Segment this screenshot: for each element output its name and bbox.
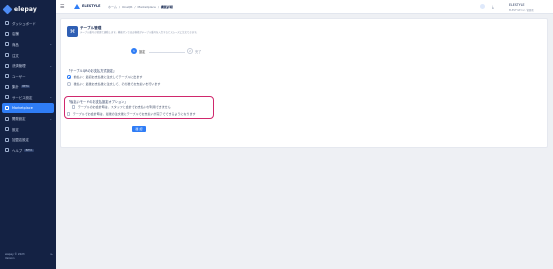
- radio-prepay[interactable]: 前払い：最初お支払後に注文してテーブルに出ます: [67, 75, 142, 79]
- sidebar-item-label: 加盟店設定: [12, 138, 29, 143]
- sidebar-item-label: サービス設定: [12, 95, 33, 100]
- chevron-down-icon: ⌄: [49, 42, 52, 47]
- sidebar-item-label: 集計: [12, 85, 19, 90]
- sidebar-item-3[interactable]: 注文: [0, 50, 56, 61]
- radio-button[interactable]: [67, 75, 71, 79]
- step-label: 完了: [195, 49, 202, 54]
- sidebar-item-4[interactable]: 決済管理 ⌄: [0, 60, 56, 71]
- logo[interactable]: elepay: [2, 4, 37, 14]
- settings-card: ⌘ テーブル管理 テーブル番号の管理と連動します。機能オンではお客様がテーブル番…: [60, 18, 548, 148]
- user-menu[interactable]: ELESTYLE ELESTYLE Inc. 管理者: [509, 3, 534, 12]
- chevron-down-icon: ⌄: [49, 95, 52, 100]
- stepper: 1 設定 2 完了: [131, 48, 231, 56]
- nav-icon: [5, 31, 9, 36]
- breadcrumb: ホーム / OneQR / Marketplace / 機能詳細: [108, 5, 173, 9]
- breadcrumb-sep: /: [134, 5, 136, 9]
- card-description: テーブル番号の管理と連動します。機能オンではお客様がテーブル番号を入力するとスム…: [80, 31, 199, 34]
- logo-icon: [2, 4, 13, 14]
- sidebar-item-label: 商品: [12, 42, 19, 47]
- radio-button[interactable]: [67, 82, 71, 86]
- sidebar-item-7[interactable]: サービス設定 ⌄: [0, 92, 56, 103]
- nav-icon: [5, 21, 9, 26]
- sidebar-item-label: 設定: [12, 127, 19, 132]
- top-header: ☰ ELESTYLE ホーム / OneQR / Marketplace / 機…: [56, 0, 553, 14]
- step-number: 1: [131, 48, 137, 54]
- sidebar-item-5[interactable]: ユーザー: [0, 71, 56, 82]
- nav-icon: [5, 106, 9, 111]
- sidebar-item-2[interactable]: 商品 ⌄: [0, 39, 56, 50]
- sidebar-item-label: ダッシュボード: [12, 21, 36, 26]
- sidebar-item-label: 決済管理: [12, 64, 26, 69]
- radio-postpay[interactable]: 後払い：最後お支払後に注文して、その後でお支払いを行います: [67, 82, 160, 86]
- sidebar-item-0[interactable]: ダッシュボード: [0, 18, 56, 29]
- nav-icon: [5, 42, 9, 47]
- help-icon[interactable]: ⤓: [492, 4, 494, 9]
- sidebar-item-label: Marketplace: [12, 106, 33, 111]
- notification-icon[interactable]: [480, 4, 485, 9]
- payment-method-heading: 「テーブルQRのお支払方式設定」: [67, 69, 117, 73]
- sidebar-item-9[interactable]: 開発設定 ⌄: [0, 113, 56, 124]
- collapse-icon[interactable]: ⇤: [50, 252, 53, 257]
- nav-icon: [5, 148, 9, 153]
- breadcrumb-marketplace[interactable]: Marketplace: [138, 5, 156, 9]
- sidebar-item-10[interactable]: 設定: [0, 124, 56, 135]
- user-name: ELESTYLE: [509, 3, 525, 7]
- sidebar-item-12[interactable]: ヘルプ BETA: [0, 145, 56, 156]
- header-icons: ⤓: [480, 4, 494, 9]
- sidebar-nav: ダッシュボード 店舗 商品 ⌄ 注文 決済管理 ⌄ ユーザー 集計 BETA サービス設定 ⌄ Mark…: [0, 18, 56, 156]
- breadcrumb-home[interactable]: ホーム: [108, 5, 117, 9]
- sidebar-item-6[interactable]: 集計 BETA: [0, 82, 56, 93]
- logo-text: elepay: [14, 5, 37, 13]
- menu-icon[interactable]: ☰: [60, 4, 64, 10]
- sidebar-item-label: ヘルプ: [12, 148, 23, 153]
- postpay-options-heading: 「後払いモードのお支払設定オプション」: [67, 100, 128, 104]
- nav-icon: [5, 127, 9, 132]
- sidebar-item-label: 店舗: [12, 32, 19, 37]
- sidebar-item-11[interactable]: 加盟店設定: [0, 135, 56, 146]
- option-label: テーブルのお会計時は、スタッフと会計でお支払いが利用できません: [77, 105, 171, 109]
- checkbox[interactable]: [67, 112, 71, 116]
- nav-icon: [5, 116, 9, 121]
- option-staff-payment[interactable]: テーブルのお会計時は、スタッフと会計でお支払いが利用できません: [72, 105, 171, 109]
- sidebar-item-label: 注文: [12, 53, 19, 58]
- nav-icon: [5, 95, 9, 100]
- beta-badge: BETA: [24, 148, 34, 152]
- brand[interactable]: ELESTYLE: [74, 3, 101, 9]
- chevron-down-icon: ⌄: [49, 63, 52, 68]
- breadcrumb-sep: /: [157, 5, 159, 9]
- brand-icon: [74, 3, 80, 9]
- sidebar-footer: elepay © 2023 Version ⇤: [5, 252, 53, 260]
- option-label: テーブルでお会計時は、最後の注文後にテーブルでお支払いが完了でできるようになりま…: [72, 112, 196, 116]
- sidebar-item-1[interactable]: 店舗: [0, 29, 56, 40]
- confirm-button[interactable]: 確 認: [132, 126, 146, 132]
- option-table-payment[interactable]: テーブルでお会計時は、最後の注文後にテーブルでお支払いが完了でできるようになりま…: [67, 112, 195, 116]
- sidebar: elepay ダッシュボード 店舗 商品 ⌄ 注文 決済管理 ⌄ ユーザー 集計 BETA サービス…: [0, 0, 56, 269]
- breadcrumb-oneqr[interactable]: OneQR: [122, 5, 133, 9]
- breadcrumb-current: 機能詳細: [160, 5, 173, 9]
- sidebar-item-label: ユーザー: [12, 74, 26, 79]
- nav-icon: [5, 84, 9, 89]
- brand-name: ELESTYLE: [82, 4, 101, 8]
- sidebar-item-label: 開発設定: [12, 117, 26, 122]
- nav-icon: [5, 74, 9, 79]
- footer-version: Version: [5, 256, 15, 260]
- nav-icon: [5, 53, 9, 58]
- radio-label: 後払い：最後お支払後に注文して、その後でお支払いを行います: [73, 82, 161, 86]
- step-complete: 2 完了: [187, 48, 201, 54]
- beta-badge: BETA: [20, 85, 31, 89]
- nav-icon: [5, 63, 9, 68]
- checkbox[interactable]: [72, 105, 76, 109]
- step-number: 2: [187, 48, 193, 54]
- stepper-line: [149, 51, 185, 52]
- table-icon: ⌘: [67, 26, 78, 37]
- sidebar-item-8[interactable]: Marketplace: [2, 102, 54, 114]
- chevron-down-icon: ⌄: [49, 116, 52, 121]
- step-settings: 1 設定: [131, 48, 145, 54]
- step-label: 設定: [139, 49, 146, 54]
- radio-label: 前払い：最初お支払後に注文してテーブルに出ます: [73, 75, 143, 79]
- nav-icon: [5, 137, 9, 142]
- breadcrumb-sep: /: [118, 5, 120, 9]
- user-role: ELESTYLE Inc. 管理者: [509, 9, 534, 12]
